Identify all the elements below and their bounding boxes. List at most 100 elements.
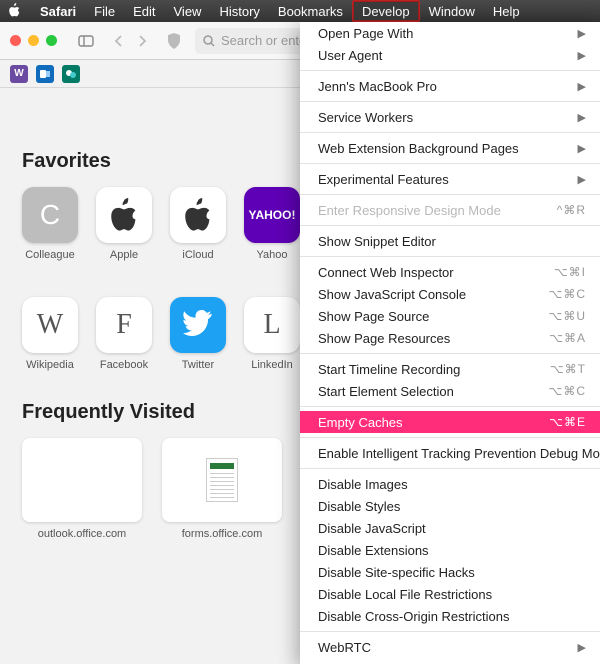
menu-item-label: Start Timeline Recording [318,362,460,377]
menu-item-label: User Agent [318,48,382,63]
bookmark-item-outlook[interactable] [36,65,54,83]
menu-item-disable-cross-origin-restrictions[interactable]: Disable Cross-Origin Restrictions [300,605,600,627]
menu-item-label: Show JavaScript Console [318,287,466,302]
menu-item-shortcut: ⌥⌘T [550,362,586,376]
favorite-apple[interactable]: Apple [96,187,152,261]
favorite-tile[interactable]: L [244,297,300,353]
menu-item-experimental-features[interactable]: Experimental Features ▶ [300,168,600,190]
menubar-items: SafariFileEditViewHistoryBookmarksDevelo… [31,0,529,22]
menu-item-label: Experimental Features [318,172,449,187]
menu-item-show-snippet-editor[interactable]: Show Snippet Editor [300,230,600,252]
apple-menu-icon[interactable] [8,3,21,20]
bookmark-item-w[interactable]: W [10,65,28,83]
menubar-app-name[interactable]: Safari [31,0,85,22]
menu-item-label: Disable Styles [318,499,400,514]
favorite-tile[interactable]: YAHOO! [244,187,300,243]
menu-item-connect-web-inspector[interactable]: Connect Web Inspector⌥⌘I [300,261,600,283]
menu-item-label: Service Workers [318,110,413,125]
site-caption: forms.office.com [162,528,282,540]
menubar-item-history[interactable]: History [210,0,268,22]
menubar-item-view[interactable]: View [165,0,211,22]
menu-item-disable-styles[interactable]: Disable Styles [300,495,600,517]
favorite-linkedin[interactable]: L LinkedIn [244,297,300,371]
menu-item-user-agent[interactable]: User Agent▶ [300,44,600,66]
chevron-right-icon: ▶ [578,80,586,93]
menu-item-shortcut: ⌥⌘E [549,415,586,429]
close-window-button[interactable] [10,35,21,46]
minimize-window-button[interactable] [28,35,39,46]
chevron-right-icon: ▶ [578,173,586,186]
chevron-right-icon: ▶ [578,111,586,124]
menu-item-show-javascript-console[interactable]: Show JavaScript Console⌥⌘C [300,283,600,305]
menu-item-label: Disable Local File Restrictions [318,587,492,602]
menubar-item-edit[interactable]: Edit [124,0,164,22]
fullscreen-window-button[interactable] [46,35,57,46]
favorite-wikipedia[interactable]: W Wikipedia [22,297,78,371]
favorite-label: Twitter [170,359,226,371]
favorite-icloud[interactable]: iCloud [170,187,226,261]
menu-item-start-timeline-recording[interactable]: Start Timeline Recording ⌥⌘T [300,358,600,380]
menu-item-jenn-s-macbook-pro[interactable]: Jenn's MacBook Pro ▶ [300,75,600,97]
menu-item-disable-site-specific-hacks[interactable]: Disable Site-specific Hacks [300,561,600,583]
menubar-item-file[interactable]: File [85,0,124,22]
menu-item-label: Disable Extensions [318,543,429,558]
menu-item-start-element-selection[interactable]: Start Element Selection⌥⌘C [300,380,600,402]
sidebar-toggle-button[interactable] [75,30,97,52]
chevron-right-icon: ▶ [578,641,586,654]
menubar: SafariFileEditViewHistoryBookmarksDevelo… [0,0,600,22]
favorite-label: LinkedIn [244,359,300,371]
favorite-tile[interactable] [96,187,152,243]
bookmark-item-sharepoint[interactable] [62,65,80,83]
menubar-item-window[interactable]: Window [420,0,484,22]
menubar-item-bookmarks[interactable]: Bookmarks [269,0,352,22]
site-caption: outlook.office.com [22,528,142,540]
develop-menu-dropdown: Open Page With▶User Agent▶Jenn's MacBook… [300,22,600,664]
menu-item-open-page-with[interactable]: Open Page With▶ [300,22,600,44]
menu-item-empty-caches[interactable]: Empty Caches ⌥⌘E [300,411,600,433]
menubar-item-help[interactable]: Help [484,0,529,22]
site-thumbnail[interactable] [162,438,282,522]
favorite-label: iCloud [170,249,226,261]
menu-item-enter-responsive-design-mode: Enter Responsive Design Mode^⌘R [300,199,600,221]
favorite-colleague[interactable]: C Colleague [22,187,78,261]
menubar-item-develop[interactable]: Develop [352,0,420,22]
favorite-tile[interactable]: F [96,297,152,353]
menu-item-enable-intelligent-tracking-prevention-debug-mode[interactable]: Enable Intelligent Tracking Prevention D… [300,442,600,464]
favorite-tile[interactable] [170,297,226,353]
menu-item-web-extension-background-pages[interactable]: Web Extension Background Pages▶ [300,137,600,159]
forward-button[interactable] [131,30,153,52]
menu-item-label: Start Element Selection [318,384,454,399]
site-thumbnail[interactable] [22,438,142,522]
menu-item-label: Open Page With [318,26,413,41]
favorite-tile[interactable] [170,187,226,243]
back-button[interactable] [107,30,129,52]
menu-item-disable-javascript[interactable]: Disable JavaScript [300,517,600,539]
menu-item-label: Web Extension Background Pages [318,141,519,156]
menu-item-show-page-source[interactable]: Show Page Source⌥⌘U [300,305,600,327]
privacy-shield-icon[interactable] [163,30,185,52]
favorite-label: Wikipedia [22,359,78,371]
favorite-label: Apple [96,249,152,261]
menu-item-shortcut: ⌥⌘U [549,309,587,323]
menu-item-disable-local-file-restrictions[interactable]: Disable Local File Restrictions [300,583,600,605]
menu-item-shortcut: ^⌘R [557,203,586,217]
menu-item-disable-images[interactable]: Disable Images [300,473,600,495]
menu-item-show-page-resources[interactable]: Show Page Resources⌥⌘A [300,327,600,349]
menu-item-label: Show Snippet Editor [318,234,436,249]
menu-item-label: Jenn's MacBook Pro [318,79,437,94]
favorite-yahoo[interactable]: YAHOO!Yahoo [244,187,300,261]
favorite-tile[interactable]: W [22,297,78,353]
menu-item-shortcut: ⌥⌘I [554,265,586,279]
favorite-tile[interactable]: C [22,187,78,243]
favorite-facebook[interactable]: FFacebook [96,297,152,371]
menu-item-label: Empty Caches [318,415,403,430]
window-controls[interactable] [10,35,57,46]
favorite-label: Colleague [22,249,78,261]
menu-item-label: Enable Intelligent Tracking Prevention D… [318,446,600,461]
favorite-twitter[interactable]: Twitter [170,297,226,371]
menu-item-label: Disable Cross-Origin Restrictions [318,609,509,624]
menu-item-webrtc[interactable]: WebRTC▶ [300,636,600,658]
menu-item-label: Disable Images [318,477,408,492]
menu-item-disable-extensions[interactable]: Disable Extensions [300,539,600,561]
menu-item-service-workers[interactable]: Service Workers ▶ [300,106,600,128]
